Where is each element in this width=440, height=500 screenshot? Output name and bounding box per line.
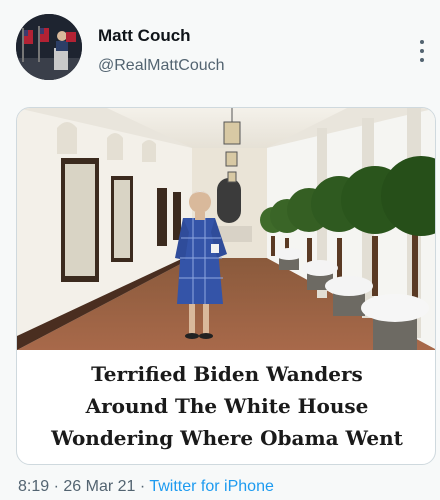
article-photo-icon [17,108,435,350]
more-options-icon[interactable] [418,40,426,62]
author-display-name[interactable]: Matt Couch [98,26,191,46]
author-handle[interactable]: @RealMattCouch [98,57,225,75]
profile-photo-icon [16,14,82,80]
dot [420,58,424,62]
dot [420,40,424,44]
meta-separator: · [139,478,146,495]
tweet-header: Matt Couch @RealMattCouch [0,0,440,100]
headline-line: Wondering Where Obama Went [51,426,403,450]
tweet-metadata: 8:19 · 26 Mar 21 · Twitter for iPhone [18,478,274,496]
author-avatar[interactable] [16,14,82,80]
link-card[interactable]: Terrified Biden Wanders Around The White… [16,107,436,465]
tweet-time[interactable]: 8:19 [18,478,49,495]
headline-line: Around The White House [85,394,369,418]
tweet-date[interactable]: 26 Mar 21 [63,478,135,495]
dot [420,49,424,53]
meta-separator: · [53,478,59,495]
tweet-source-link[interactable]: Twitter for iPhone [149,478,274,495]
card-headline[interactable]: Terrified Biden Wanders Around The White… [17,358,435,454]
headline-line: Terrified Biden Wanders [91,362,363,386]
